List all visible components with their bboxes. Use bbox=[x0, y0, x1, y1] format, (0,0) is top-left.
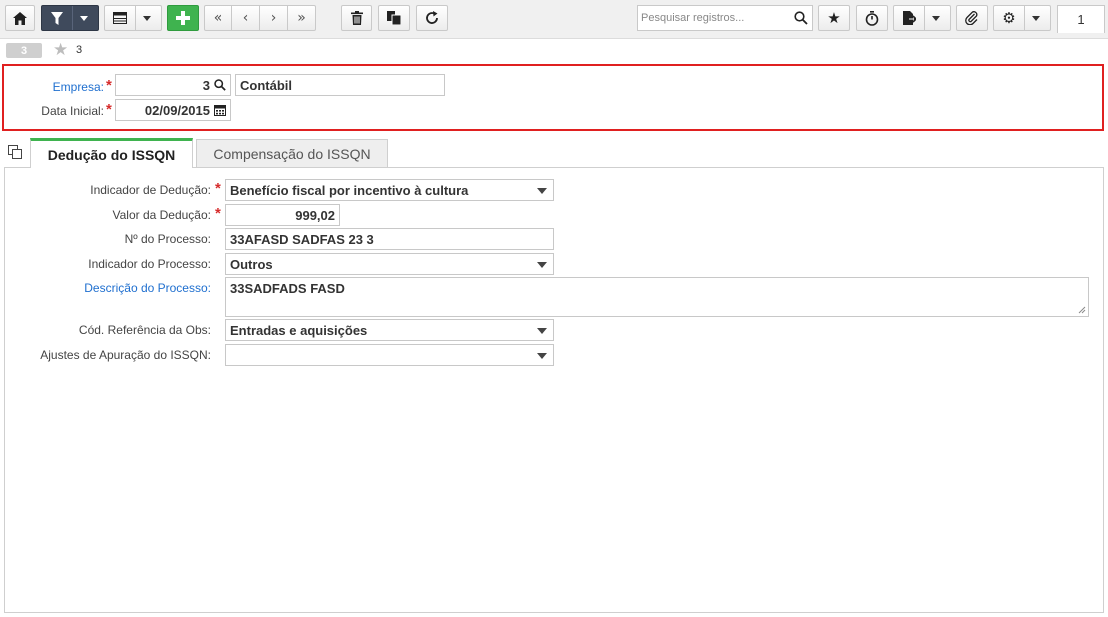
star-icon: ★ bbox=[827, 8, 841, 27]
chevron-down-icon bbox=[931, 15, 940, 21]
indicador-deducao-value: Benefício fiscal por incentivo à cultura bbox=[230, 182, 469, 198]
search-input[interactable] bbox=[638, 6, 786, 30]
ajustes-apuracao-select[interactable] bbox=[225, 344, 554, 366]
deducao-panel: Indicador de Dedução: * Benefício fiscal… bbox=[4, 167, 1104, 613]
ajustes-apuracao-label: Ajustes de Apuração do ISSQN: bbox=[40, 348, 211, 362]
search-box bbox=[637, 5, 813, 31]
required-marker: * bbox=[106, 77, 112, 94]
filter-dropdown-button[interactable] bbox=[72, 6, 94, 30]
indicador-deducao-label: Indicador de Dedução: bbox=[90, 183, 211, 197]
chevron-down-icon bbox=[537, 353, 547, 359]
chevron-down-icon bbox=[537, 262, 547, 268]
gear-icon: ⚙ bbox=[1002, 8, 1016, 27]
copy-icon bbox=[387, 11, 401, 25]
record-badge[interactable]: 3 bbox=[6, 43, 42, 58]
export-icon bbox=[902, 11, 916, 25]
export-button[interactable] bbox=[893, 5, 951, 31]
view-dropdown-button[interactable] bbox=[135, 6, 157, 30]
record-strip: 3 ★ 3 bbox=[0, 39, 1108, 61]
valor-deducao-input[interactable]: 999,02 bbox=[225, 204, 340, 226]
attachment-button[interactable] bbox=[956, 5, 988, 31]
chevron-down-icon bbox=[79, 15, 88, 21]
required-marker: * bbox=[215, 205, 221, 222]
indicador-processo-select[interactable]: Outros bbox=[225, 253, 554, 275]
last-record-button[interactable]: » bbox=[288, 5, 316, 31]
home-button[interactable] bbox=[5, 5, 35, 31]
descricao-processo-label[interactable]: Descrição do Processo: bbox=[84, 281, 211, 295]
refresh-button[interactable] bbox=[416, 5, 448, 31]
home-icon bbox=[13, 11, 27, 25]
paperclip-icon bbox=[965, 11, 978, 25]
filter-button[interactable] bbox=[41, 5, 99, 31]
search-icon[interactable] bbox=[214, 79, 226, 91]
indicador-processo-label: Indicador do Processo: bbox=[88, 257, 211, 271]
plus-icon bbox=[176, 11, 190, 25]
chevron-down-icon bbox=[537, 328, 547, 334]
settings-dropdown-button[interactable] bbox=[1024, 6, 1046, 30]
tab-deducao-issqn[interactable]: Dedução do ISSQN bbox=[30, 138, 193, 168]
star-icon[interactable]: ★ bbox=[53, 40, 68, 60]
empresa-code-field[interactable]: 3 bbox=[115, 74, 231, 96]
descricao-processo-textarea[interactable]: 33SADFADS FASD bbox=[225, 277, 1089, 317]
filter-icon bbox=[51, 11, 63, 25]
favorites-button[interactable]: ★ bbox=[818, 5, 850, 31]
last-page-icon: » bbox=[297, 10, 306, 26]
num-processo-label: Nº do Processo: bbox=[124, 232, 211, 246]
delete-button[interactable] bbox=[341, 5, 372, 31]
copy-icon[interactable] bbox=[8, 145, 22, 159]
previous-record-button[interactable]: ‹ bbox=[232, 5, 260, 31]
data-inicial-label: Data Inicial: bbox=[41, 104, 104, 118]
indicador-processo-value: Outros bbox=[230, 256, 273, 272]
record-number: 3 bbox=[76, 44, 83, 56]
settings-button[interactable]: ⚙ bbox=[993, 5, 1051, 31]
tab-compensacao-issqn[interactable]: Compensação do ISSQN bbox=[196, 139, 388, 167]
trash-icon bbox=[350, 11, 363, 25]
next-record-button[interactable]: › bbox=[260, 5, 288, 31]
cod-referencia-label: Cód. Referência da Obs: bbox=[78, 323, 211, 337]
duplicate-button[interactable] bbox=[378, 5, 410, 31]
required-marker: * bbox=[106, 101, 112, 118]
toolbar: « ‹ › » ★ ⚙ 1 bbox=[0, 0, 1108, 39]
cod-referencia-value: Entradas e aquisições bbox=[230, 322, 368, 338]
resize-handle-icon[interactable] bbox=[1078, 306, 1086, 314]
chevron-down-icon bbox=[142, 15, 151, 21]
first-page-icon: « bbox=[213, 10, 223, 26]
refresh-icon bbox=[426, 11, 438, 24]
page-number[interactable]: 1 bbox=[1057, 5, 1105, 33]
add-record-button[interactable] bbox=[167, 5, 199, 31]
timer-icon bbox=[865, 10, 879, 26]
chevron-down-icon bbox=[537, 188, 547, 194]
grid-icon bbox=[113, 12, 127, 24]
export-dropdown-button[interactable] bbox=[924, 6, 946, 30]
calendar-icon[interactable] bbox=[214, 104, 226, 116]
timer-button[interactable] bbox=[856, 5, 888, 31]
navigation-group: « ‹ › » bbox=[204, 5, 316, 31]
search-icon[interactable] bbox=[794, 11, 808, 25]
prev-page-icon: ‹ bbox=[242, 10, 249, 26]
next-page-icon: › bbox=[270, 10, 277, 26]
empresa-name-field: Contábil bbox=[235, 74, 445, 96]
valor-deducao-label: Valor da Dedução: bbox=[112, 208, 211, 222]
indicador-deducao-select[interactable]: Benefício fiscal por incentivo à cultura bbox=[225, 179, 554, 201]
empresa-code-value: 3 bbox=[202, 77, 210, 93]
num-processo-input[interactable]: 33AFASD SADFAS 23 3 bbox=[225, 228, 554, 250]
required-marker: * bbox=[215, 180, 221, 197]
data-inicial-value: 02/09/2015 bbox=[144, 102, 210, 118]
descricao-processo-value: 33SADFADS FASD bbox=[230, 281, 345, 296]
header-form: Empresa: * 3 Contábil Data Inicial: * 02… bbox=[2, 64, 1104, 131]
first-record-button[interactable]: « bbox=[204, 5, 232, 31]
cod-referencia-select[interactable]: Entradas e aquisições bbox=[225, 319, 554, 341]
empresa-label[interactable]: Empresa: bbox=[53, 80, 104, 94]
view-button[interactable] bbox=[104, 5, 162, 31]
data-inicial-field[interactable]: 02/09/2015 bbox=[115, 99, 231, 121]
chevron-down-icon bbox=[1031, 15, 1040, 21]
